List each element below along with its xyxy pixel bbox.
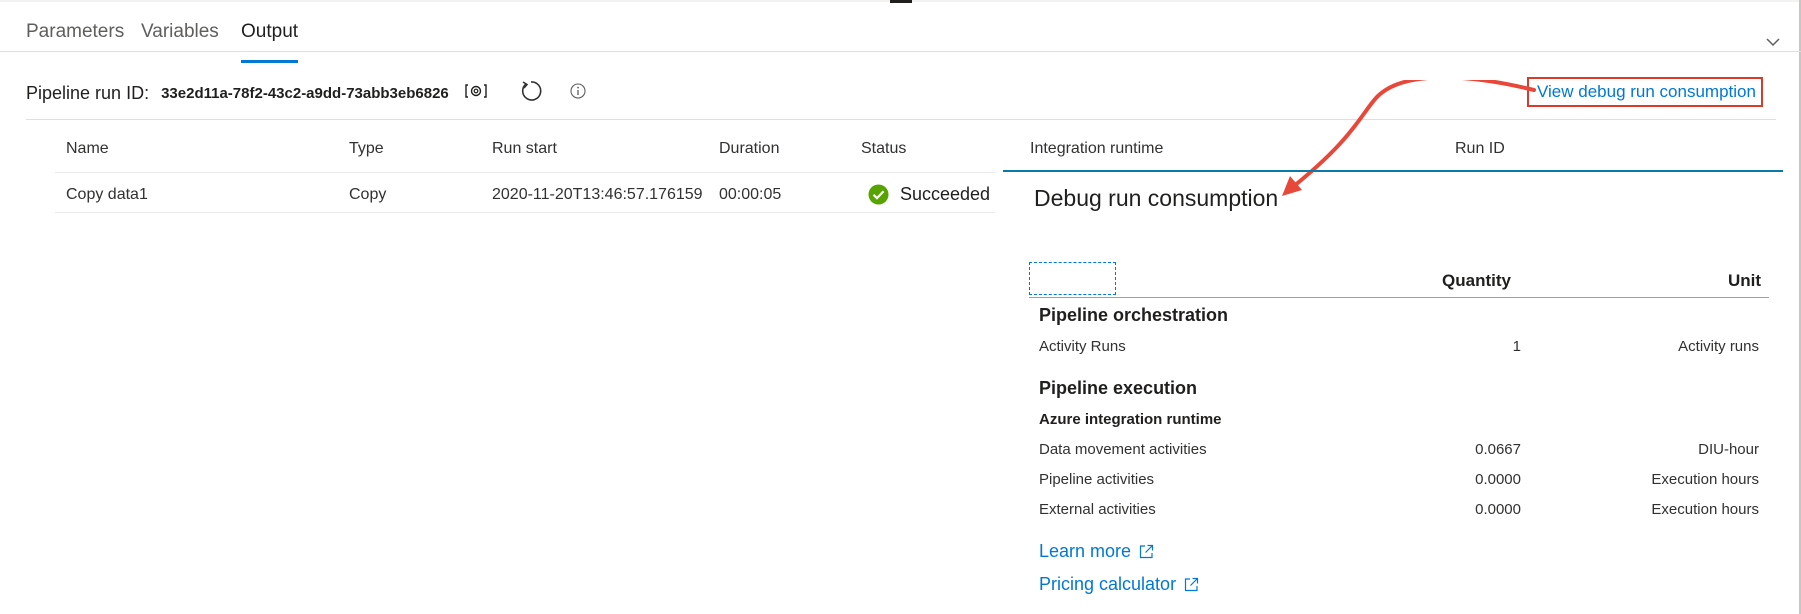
row-pipeline-activities-name: Pipeline activities xyxy=(1039,471,1155,488)
col-header-type[interactable]: Type xyxy=(349,140,384,158)
cell-duration: 00:00:05 xyxy=(719,186,782,203)
pricing-calculator-label: Pricing calculator xyxy=(1039,574,1177,594)
row-external-activities-unit: Execution hours xyxy=(1651,501,1759,518)
header-divider xyxy=(55,172,995,173)
external-link-icon xyxy=(1139,544,1154,559)
tab-parameters[interactable]: Parameters xyxy=(26,21,124,43)
run-id-label: Pipeline run ID: xyxy=(26,82,150,103)
chevron-down-icon[interactable] xyxy=(1765,34,1781,50)
cell-run-start: 2020-11-20T13:46:57.176159 xyxy=(492,186,703,203)
col-header-status[interactable]: Status xyxy=(861,140,906,158)
pricing-calculator-link[interactable]: Pricing calculator xyxy=(1039,574,1199,595)
tab-output[interactable]: Output xyxy=(241,21,298,43)
col-header-quantity: Quantity xyxy=(1442,271,1511,290)
row-data-movement-name: Data movement activities xyxy=(1039,441,1207,458)
col-header-duration[interactable]: Duration xyxy=(719,140,779,158)
row-data-movement-quantity: 0.0667 xyxy=(1475,441,1521,458)
row-divider xyxy=(55,212,995,213)
row-data-movement-unit: DIU-hour xyxy=(1698,441,1759,458)
tab-bar: Parameters Variables Output xyxy=(0,14,1801,63)
cell-status: Succeeded xyxy=(900,184,991,204)
refresh-icon[interactable] xyxy=(519,79,543,103)
col-header-unit: Unit xyxy=(1727,271,1761,290)
section-pipeline-orchestration: Pipeline orchestration xyxy=(1039,305,1229,325)
row-pipeline-activities-unit: Execution hours xyxy=(1651,471,1759,488)
col-header-name[interactable]: Name xyxy=(66,140,109,158)
row-activity-runs-unit: Activity runs xyxy=(1678,338,1759,355)
subsection-azure-integration-runtime: Azure integration runtime xyxy=(1039,411,1222,428)
section-pipeline-execution: Pipeline execution xyxy=(1039,378,1198,398)
tab-variables[interactable]: Variables xyxy=(141,21,219,43)
copy-icon[interactable] xyxy=(465,82,487,100)
row-pipeline-activities-quantity: 0.0000 xyxy=(1475,471,1521,488)
panel-top-border xyxy=(1003,170,1783,172)
active-tab-indicator xyxy=(241,60,298,63)
row-external-activities-quantity: 0.0000 xyxy=(1475,501,1521,518)
cell-type: Copy xyxy=(349,186,387,203)
success-icon xyxy=(868,184,889,205)
run-id-value: 33e2d11a-78f2-43c2-a9dd-73abb3eb6826 xyxy=(161,84,449,102)
row-activity-runs-quantity: 1 xyxy=(1512,338,1521,355)
col-header-run-id[interactable]: Run ID xyxy=(1455,140,1505,158)
col-header-run-start[interactable]: Run start xyxy=(492,140,557,158)
learn-more-label: Learn more xyxy=(1039,541,1132,561)
view-debug-run-consumption-link[interactable]: View debug run consumption xyxy=(1537,82,1756,102)
learn-more-link[interactable]: Learn more xyxy=(1039,541,1154,562)
cell-name[interactable]: Copy data1 xyxy=(66,186,148,204)
info-icon[interactable] xyxy=(570,83,586,99)
focused-header-cell[interactable] xyxy=(1029,262,1116,295)
resize-handle[interactable] xyxy=(890,0,912,3)
run-id-row: Pipeline run ID: 33e2d11a-78f2-43c2-a9dd… xyxy=(26,80,449,106)
panel-header-divider xyxy=(1029,297,1769,298)
row-activity-runs-name: Activity Runs xyxy=(1039,338,1126,355)
row-external-activities-name: External activities xyxy=(1039,501,1156,518)
external-link-icon xyxy=(1184,577,1199,592)
panel-title: Debug run consumption xyxy=(1034,185,1279,211)
col-header-integration-runtime[interactable]: Integration runtime xyxy=(1030,140,1163,158)
